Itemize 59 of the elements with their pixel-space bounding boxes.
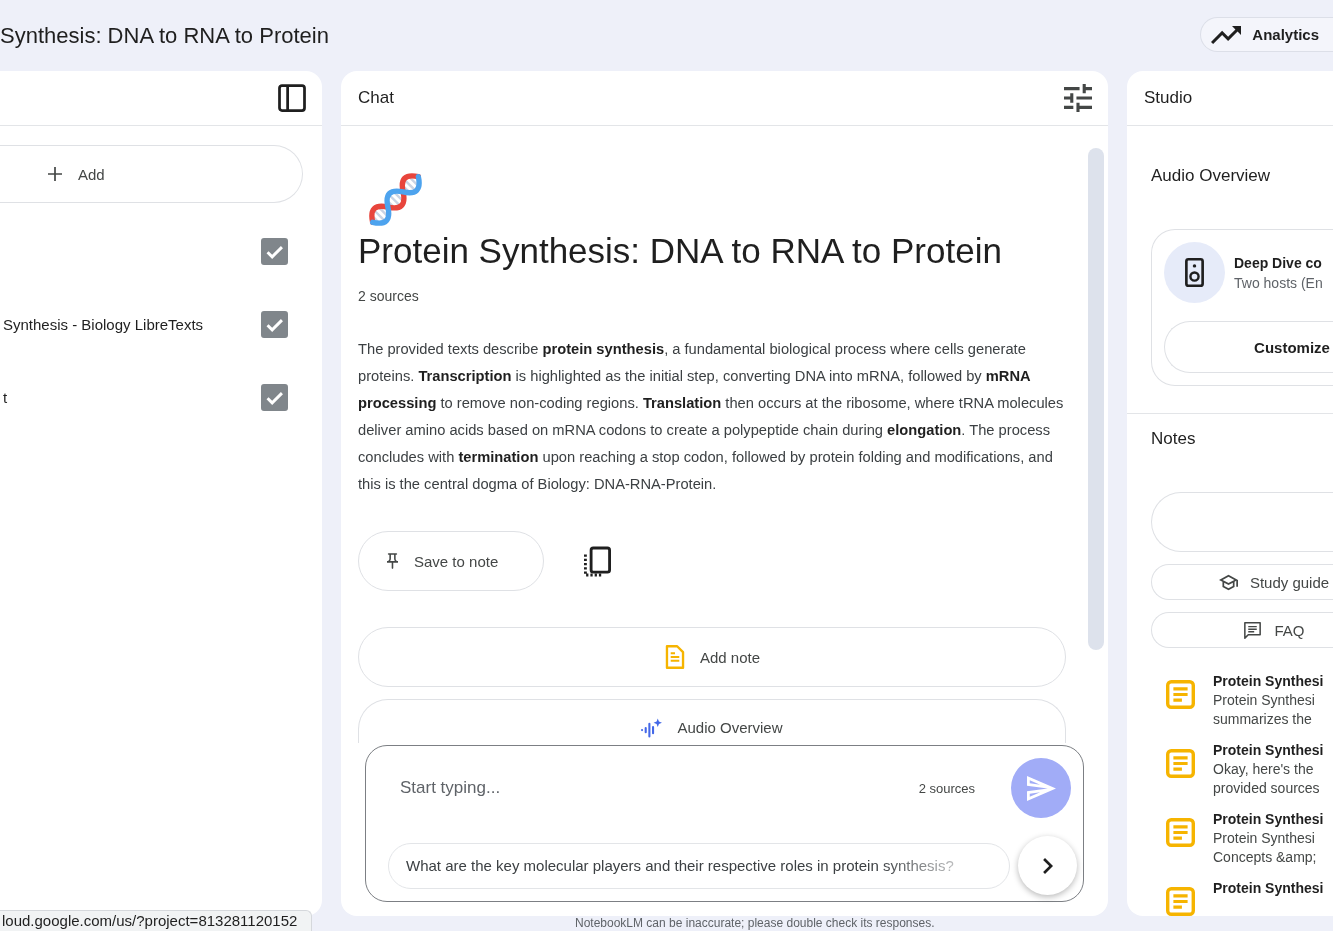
note-preview: Okay, here's the provided sources xyxy=(1213,760,1321,798)
checkmark-icon xyxy=(265,317,284,332)
overview-title: Deep Dive co xyxy=(1234,253,1323,273)
note-title[interactable]: Protein Synthesi xyxy=(1213,741,1324,760)
audio-overview-button[interactable]: Audio Overview xyxy=(358,699,1066,743)
trend-arrow-icon xyxy=(1211,25,1242,44)
source-title[interactable]: t xyxy=(3,389,8,406)
source-count: 2 sources xyxy=(358,287,420,305)
document-icon xyxy=(1166,887,1195,916)
pin-icon xyxy=(387,552,398,570)
customize-button[interactable]: Customize xyxy=(1164,321,1333,373)
note-type-chip[interactable]: Study guide xyxy=(1151,564,1333,600)
status-url-tooltip: loud.google.com/us/?project=813281120152 xyxy=(0,910,313,931)
note-title[interactable]: Protein Synthesi xyxy=(1213,672,1324,691)
chevron-right-icon xyxy=(1042,857,1053,874)
message-input[interactable]: Start typing... xyxy=(400,773,919,803)
document-icon xyxy=(1166,749,1195,778)
add-source-button[interactable]: Add xyxy=(0,145,303,203)
scrollbar-thumb[interactable] xyxy=(1088,148,1104,650)
note-type-chip[interactable]: FAQ xyxy=(1151,612,1333,648)
send-icon xyxy=(1026,775,1056,801)
speaker-icon xyxy=(1164,242,1225,303)
split-panel-icon[interactable] xyxy=(278,84,306,112)
checkbox[interactable] xyxy=(261,238,288,265)
suggestion-chip[interactable]: What are the key molecular players and their respective roles in protein synthesis? xyxy=(388,842,1010,889)
save-to-note-button[interactable]: Save to note xyxy=(358,531,544,591)
notebook-heading: Protein Synthesis: DNA to RNA to Protein xyxy=(358,231,1003,271)
document-icon xyxy=(1166,818,1195,847)
send-button[interactable] xyxy=(1011,758,1071,818)
checkmark-icon xyxy=(265,390,284,405)
checkbox[interactable] xyxy=(261,384,288,411)
section-heading: Notes xyxy=(1151,429,1197,449)
disclaimer-text: NotebookLM can be inaccurate; please double check its responses. xyxy=(575,916,935,931)
source-count: 2 sources xyxy=(918,780,975,796)
overview-subtitle: Two hosts (En xyxy=(1234,273,1323,293)
note-title[interactable]: Protein Synthesi xyxy=(1213,810,1324,829)
next-button[interactable] xyxy=(1018,836,1077,895)
panel-title: Studio xyxy=(1144,88,1193,108)
summary-text: The provided texts describe protein synthesis, a fundamental biological process where cells generate proteins. Transcription is highlighted as the initial step, converting DNA into mRNA, followed by mRNA processing to remove non-coding regions. Translation then occurs at the ribosome, where tRNA molecules deliver amino acids based on mRNA codons to create a polypeptide chain during elongation. The process concludes with termination upon reaching a stop codon, followed by protein folding and modifications, and this is the central dogma of Biology: DNA-RNA-Protein. xyxy=(358,340,1065,494)
graduation-cap-icon xyxy=(1218,573,1238,591)
document-icon xyxy=(663,645,686,669)
checkbox[interactable] xyxy=(261,311,288,338)
section-heading: Audio Overview xyxy=(1151,166,1272,186)
analytics-button[interactable]: Analytics xyxy=(1200,17,1333,52)
note-title[interactable]: Protein Synthesi xyxy=(1213,879,1324,898)
notebook-title: Synthesis: DNA to RNA to Protein xyxy=(0,22,329,49)
document-icon xyxy=(1166,680,1195,709)
message-lines-icon xyxy=(1243,621,1263,639)
sliders-icon[interactable] xyxy=(1064,84,1092,112)
copy-icon[interactable] xyxy=(584,545,611,577)
note-preview: Protein Synthesi Concepts &amp; xyxy=(1213,829,1318,867)
note-preview: Protein Synthesi summarizes the xyxy=(1213,691,1316,729)
panel-title: Chat xyxy=(358,88,394,108)
source-title[interactable]: Synthesis - Biology LibreTexts xyxy=(3,316,204,333)
plus-icon xyxy=(48,167,62,181)
sound-wave-icon xyxy=(641,716,664,740)
dna-icon xyxy=(368,172,423,227)
add-note-button[interactable]: Add note xyxy=(358,627,1066,687)
checkmark-icon xyxy=(265,244,284,259)
